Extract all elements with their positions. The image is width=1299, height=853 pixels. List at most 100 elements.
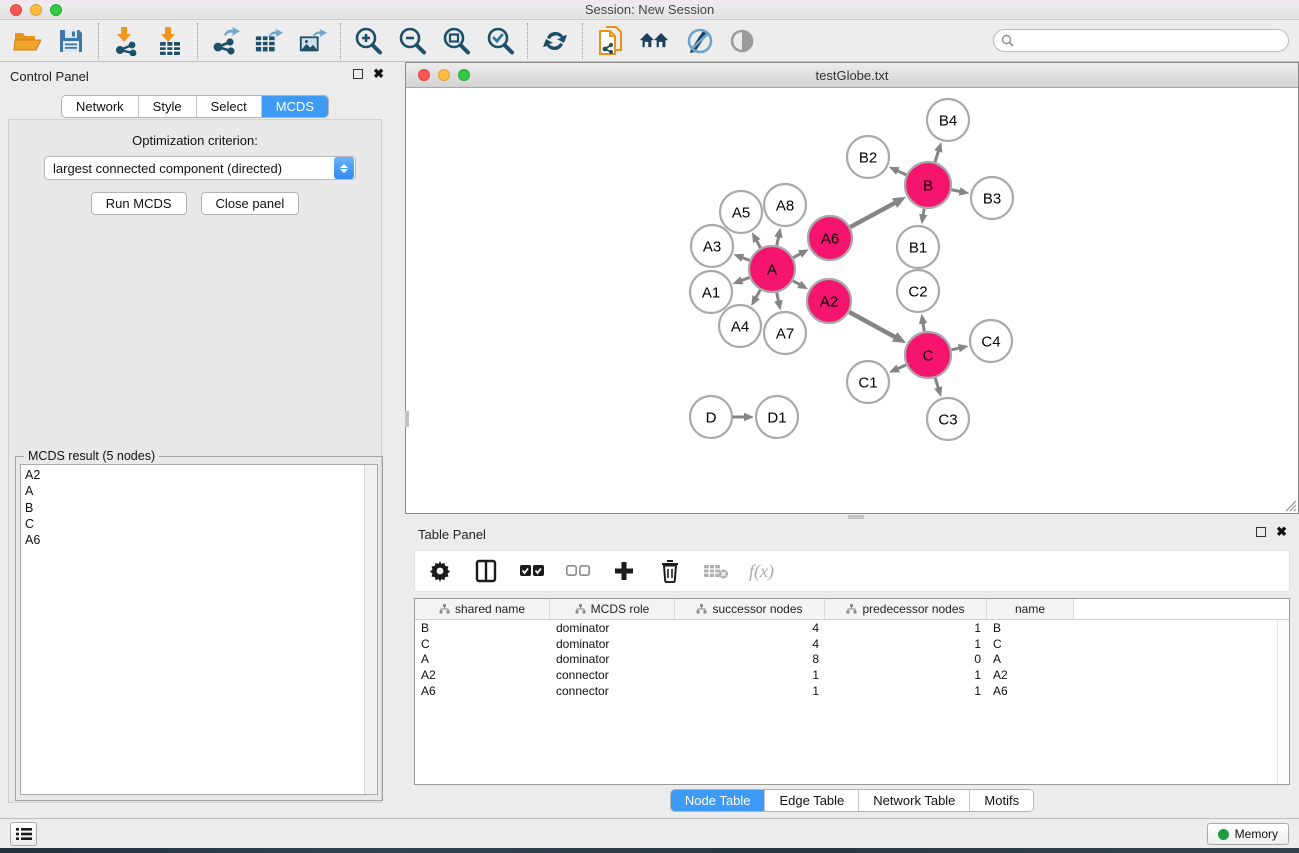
graph-node-label: D1 bbox=[767, 409, 786, 426]
graph-edge-A6-B[interactable] bbox=[850, 202, 896, 227]
list-icon bbox=[16, 827, 32, 841]
show-graphics-details-icon[interactable] bbox=[727, 26, 757, 56]
export-network-icon[interactable] bbox=[210, 26, 240, 56]
graph-node-label: C2 bbox=[908, 283, 927, 300]
memory-button[interactable]: Memory bbox=[1207, 823, 1289, 845]
network-view-window: testGlobe.txt A5A8A3A1A4A7AA6A2BB2B4B3B1… bbox=[405, 62, 1299, 514]
table-row[interactable]: A6connector11A6 bbox=[415, 683, 1289, 699]
mcds-result-item[interactable]: A bbox=[25, 483, 361, 499]
new-network-from-selection-icon[interactable] bbox=[595, 26, 625, 56]
edge-arrowhead bbox=[934, 142, 942, 153]
graph-edge-A2-C[interactable] bbox=[849, 312, 896, 338]
edge-arrowhead bbox=[733, 254, 744, 262]
export-image-icon[interactable] bbox=[298, 26, 328, 56]
table-cell: connector bbox=[550, 684, 675, 698]
deselect-all-checkboxes-icon[interactable] bbox=[565, 558, 591, 584]
graph-node-label: B2 bbox=[859, 149, 877, 166]
table-scrollbar[interactable] bbox=[1277, 621, 1289, 784]
table-cell: 0 bbox=[825, 652, 987, 666]
mcds-result-item[interactable]: C bbox=[25, 516, 361, 532]
zoom-in-icon[interactable] bbox=[353, 26, 383, 56]
column-header-predecessor-nodes[interactable]: predecessor nodes bbox=[825, 599, 987, 619]
tab-edge-table[interactable]: Edge Table bbox=[765, 790, 859, 811]
hide-annotations-icon[interactable] bbox=[683, 26, 713, 56]
graph-edge-B-B4[interactable] bbox=[935, 150, 939, 162]
optimization-criterion-label: Optimization criterion: bbox=[9, 133, 381, 148]
run-mcds-button[interactable]: Run MCDS bbox=[91, 192, 187, 215]
zoom-fit-icon[interactable] bbox=[441, 26, 471, 56]
table-row[interactable]: Cdominator41C bbox=[415, 636, 1289, 652]
hierarchy-icon bbox=[575, 604, 586, 614]
network-canvas[interactable]: A5A8A3A1A4A7AA6A2BB2B4B3B1CC2C4C1C3DD1 bbox=[406, 88, 1298, 513]
zoom-out-icon[interactable] bbox=[397, 26, 427, 56]
graph-node-label: C bbox=[923, 347, 934, 364]
open-file-icon[interactable] bbox=[12, 26, 42, 56]
table-cell: dominator bbox=[550, 652, 675, 666]
import-table-icon[interactable] bbox=[155, 26, 185, 56]
zoom-selected-icon[interactable] bbox=[485, 26, 515, 56]
table-cell: B bbox=[415, 621, 550, 635]
tab-mcds[interactable]: MCDS bbox=[262, 96, 328, 117]
table-cell: 4 bbox=[675, 637, 825, 651]
close-panel-icon[interactable]: ✖ bbox=[373, 69, 384, 79]
columns-icon[interactable] bbox=[473, 558, 499, 584]
column-header-name[interactable]: name bbox=[987, 599, 1074, 619]
table-row[interactable]: A2connector11A2 bbox=[415, 667, 1289, 683]
table-panel-title: Table Panel bbox=[418, 527, 486, 542]
criterion-value: largest connected component (directed) bbox=[45, 161, 334, 176]
column-header-shared-name[interactable]: shared name bbox=[415, 599, 550, 619]
network-window-titlebar[interactable]: testGlobe.txt bbox=[406, 63, 1298, 88]
import-network-icon[interactable] bbox=[111, 26, 141, 56]
graph-node-label: A3 bbox=[703, 238, 721, 255]
tab-style[interactable]: Style bbox=[139, 96, 197, 117]
table-close-panel-icon[interactable]: ✖ bbox=[1276, 527, 1287, 537]
select-all-checkboxes-icon[interactable] bbox=[519, 558, 545, 584]
criterion-dropdown[interactable]: largest connected component (directed) bbox=[44, 156, 356, 180]
mcds-result-scrollbar[interactable] bbox=[364, 465, 377, 794]
table-cell: 1 bbox=[825, 668, 987, 682]
column-header-successor-nodes[interactable]: successor nodes bbox=[675, 599, 825, 619]
mcds-result-title: MCDS result (5 nodes) bbox=[24, 449, 159, 463]
graph-edge-B-B2[interactable] bbox=[897, 170, 907, 175]
table-cell: dominator bbox=[550, 637, 675, 651]
graph-edge-C-C1[interactable] bbox=[897, 365, 906, 369]
mcds-panel: Optimization criterion: largest connecte… bbox=[8, 119, 382, 803]
mcds-result-item[interactable]: A2 bbox=[25, 467, 361, 483]
graph-node-label: A5 bbox=[732, 204, 750, 221]
tab-select[interactable]: Select bbox=[197, 96, 262, 117]
table-cell: A6 bbox=[987, 684, 1074, 698]
main-toolbar bbox=[0, 20, 1299, 62]
column-header-MCDS-role[interactable]: MCDS role bbox=[550, 599, 675, 619]
search-input[interactable] bbox=[993, 29, 1289, 52]
save-session-icon[interactable] bbox=[56, 26, 86, 56]
add-column-icon[interactable] bbox=[611, 558, 637, 584]
mcds-result-item[interactable]: B bbox=[25, 500, 361, 516]
table-panel: Table Panel ✖ bbox=[405, 520, 1299, 815]
desktop-background bbox=[0, 848, 1299, 853]
cybrowser-home-icon[interactable] bbox=[639, 26, 669, 56]
mcds-result-list[interactable]: A2ABCA6 bbox=[20, 464, 378, 795]
delete-column-icon[interactable] bbox=[657, 558, 683, 584]
resize-grip-icon[interactable] bbox=[1283, 498, 1297, 512]
table-float-panel-icon[interactable] bbox=[1256, 527, 1266, 537]
close-panel-button[interactable]: Close panel bbox=[201, 192, 300, 215]
table-cell: 1 bbox=[675, 684, 825, 698]
tab-network-table[interactable]: Network Table bbox=[859, 790, 970, 811]
node-table[interactable]: shared nameMCDS rolesuccessor nodesprede… bbox=[414, 598, 1290, 785]
tab-node-table[interactable]: Node Table bbox=[671, 790, 766, 811]
export-table-icon[interactable] bbox=[254, 26, 284, 56]
graph-node-label: B4 bbox=[939, 112, 957, 129]
table-row[interactable]: Bdominator41B bbox=[415, 620, 1289, 636]
tab-network[interactable]: Network bbox=[62, 96, 139, 117]
float-panel-icon[interactable] bbox=[353, 69, 363, 79]
table-row[interactable]: Adominator80A bbox=[415, 652, 1289, 668]
graph-edge-C-C3[interactable] bbox=[935, 378, 938, 389]
tab-motifs[interactable]: Motifs bbox=[970, 790, 1033, 811]
gear-icon[interactable] bbox=[427, 558, 453, 584]
apply-layout-icon[interactable] bbox=[540, 26, 570, 56]
mcds-result-item[interactable]: A6 bbox=[25, 532, 361, 548]
edge-arrowhead bbox=[774, 300, 782, 311]
network-left-scroll-mark bbox=[405, 411, 409, 427]
task-history-button[interactable] bbox=[10, 822, 37, 846]
control-panel-tabs: Network Style Select MCDS bbox=[61, 95, 329, 118]
